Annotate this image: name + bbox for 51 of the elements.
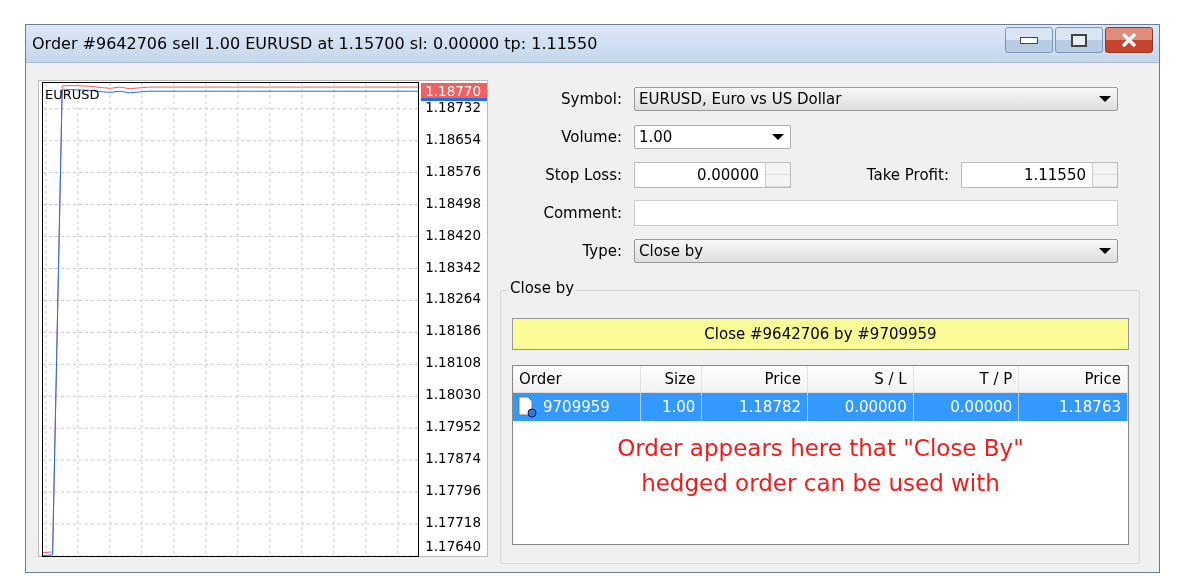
- type-dropdown[interactable]: Close by: [634, 239, 1118, 263]
- price-tick-label: 1.18420: [424, 226, 481, 243]
- column-header[interactable]: Price: [702, 366, 809, 392]
- price-tick-label: 1.18342: [424, 258, 481, 275]
- annotation-text: Order appears here that "Close By": [617, 434, 1024, 463]
- maximize-button[interactable]: [1055, 27, 1103, 53]
- column-header[interactable]: Size: [640, 366, 703, 392]
- close-by-button[interactable]: Close #9642706 by #9709959: [512, 318, 1129, 350]
- minimize-button[interactable]: [1005, 27, 1053, 53]
- close-button[interactable]: [1105, 27, 1153, 53]
- field-label: Type:: [581, 242, 623, 260]
- price-tick-label: 1.18030: [424, 386, 481, 403]
- field-label: Stop Loss:: [544, 166, 623, 184]
- price-tick-label: 1.17796: [424, 482, 481, 499]
- volume-dropdown[interactable]: 1.00: [634, 125, 791, 149]
- table-cell: 0.00000: [808, 393, 914, 421]
- current-price-tag: 1.18770: [421, 83, 488, 101]
- price-tick-label: 1.18264: [424, 290, 481, 307]
- column-header[interactable]: Order: [513, 366, 641, 392]
- close-icon: [1119, 33, 1139, 47]
- column-header[interactable]: S / L: [808, 366, 914, 392]
- column-header[interactable]: T / P: [913, 366, 1020, 392]
- stop-loss-field[interactable]: 0.00000: [634, 162, 791, 188]
- field-label: Comment:: [542, 204, 623, 222]
- table-cell: 1.18763: [1019, 393, 1128, 421]
- table-cell: 1.18782: [702, 393, 809, 421]
- price-tick-label: 1.17952: [424, 418, 481, 435]
- price-tick-label: 1.18732: [424, 98, 481, 115]
- price-tick-label: 1.18108: [424, 354, 481, 371]
- table-cell: 0.00000: [913, 393, 1020, 421]
- column-header[interactable]: Price: [1019, 366, 1128, 392]
- price-tick-label: 1.17874: [424, 450, 481, 467]
- take-profit-field[interactable]: 1.11550: [961, 162, 1118, 188]
- symbol-label: EURUSD: [45, 87, 100, 102]
- symbol-dropdown[interactable]: EURUSD, Euro vs US Dollar: [634, 87, 1118, 111]
- table-cell: 9709959: [513, 393, 641, 421]
- field-label: Take Profit:: [865, 166, 950, 184]
- field-label: Symbol:: [560, 90, 623, 108]
- annotation-text: hedged order can be used with: [641, 469, 1000, 498]
- group-title: Close by: [508, 279, 577, 297]
- document-icon: [517, 396, 537, 418]
- price-tick-label: 1.17718: [424, 514, 481, 531]
- comment-field[interactable]: [634, 200, 1118, 226]
- table-cell: 1.00: [640, 393, 703, 421]
- price-tick-label: 1.18186: [424, 322, 481, 339]
- price-tick-label: 1.18498: [424, 194, 481, 211]
- price-tick-label: 1.18576: [424, 162, 481, 179]
- price-tick-label: 1.17640: [424, 538, 481, 554]
- window-title: Order #9642706 sell 1.00 EURUSD at 1.15700 sl: 0.00000 tp: 1.11550: [32, 34, 598, 53]
- field-label: Volume:: [560, 128, 623, 146]
- price-tick-label: 1.18654: [424, 130, 481, 147]
